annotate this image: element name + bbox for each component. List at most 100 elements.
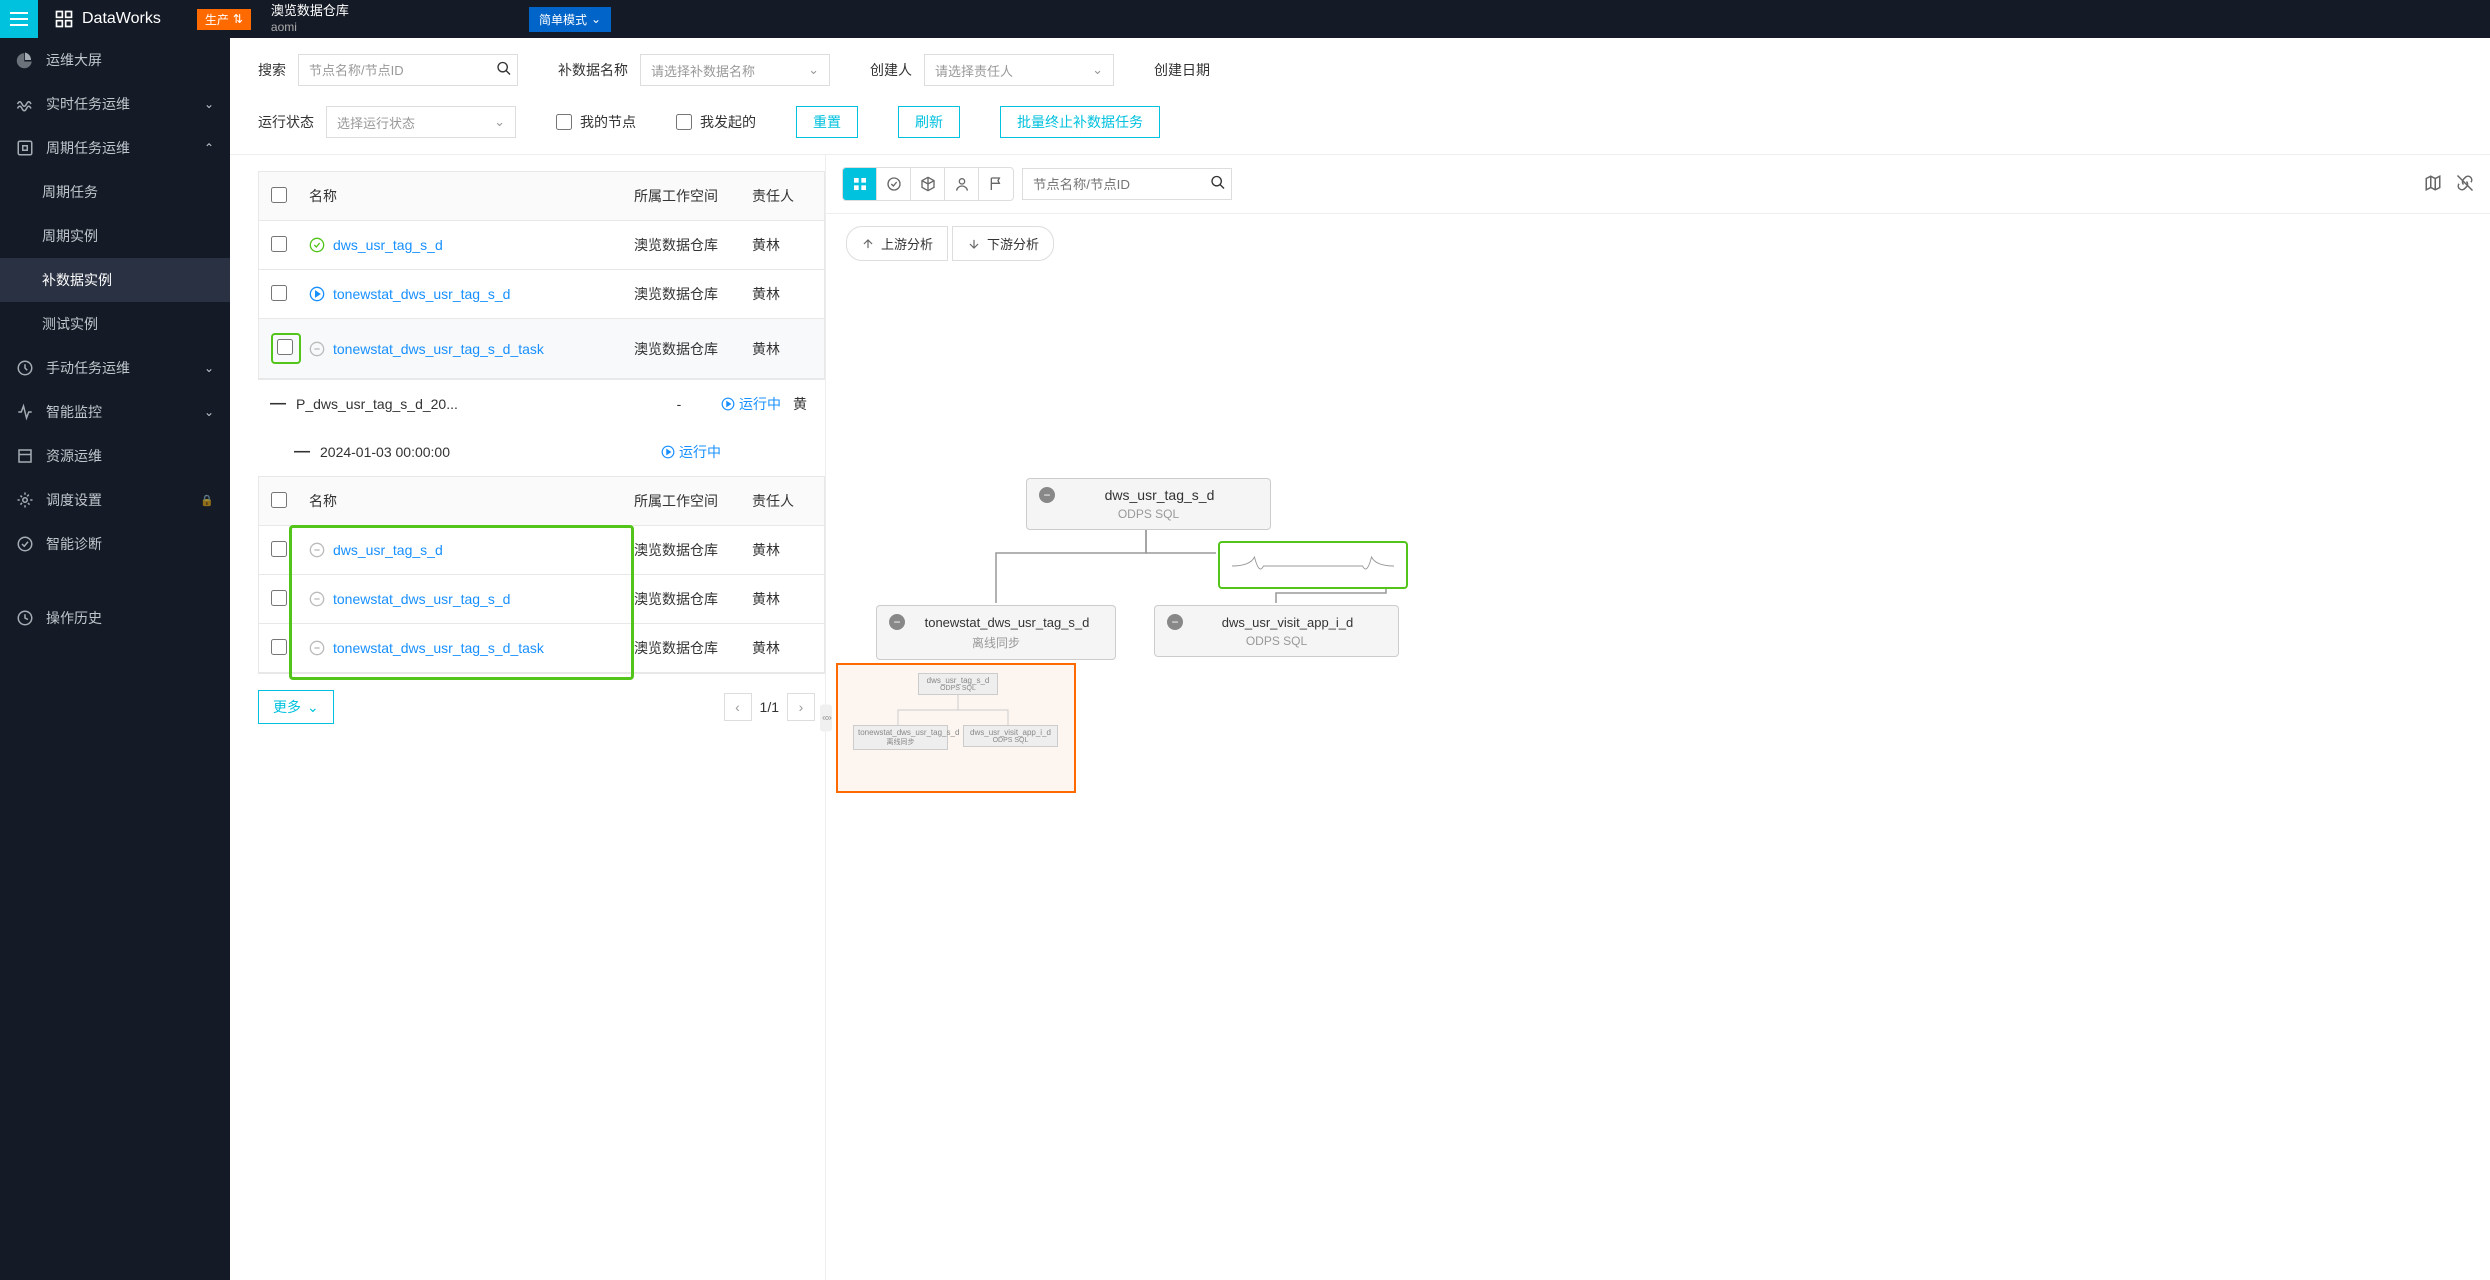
search-icon[interactable] (1210, 175, 1226, 194)
node-link[interactable]: tonewstat_dws_usr_tag_s_d_task (333, 341, 544, 357)
col-owner: 责任人 (752, 186, 812, 206)
pie-icon (16, 51, 34, 69)
gear-icon (16, 491, 34, 509)
waveform-icon (1232, 551, 1394, 581)
node-link[interactable]: dws_usr_tag_s_d (333, 542, 443, 558)
sidebar-item-schedule[interactable]: 调度设置 🔒 (0, 478, 230, 522)
mode-selector[interactable]: 简单模式 ⌄ (529, 7, 611, 32)
chevron-down-icon: ⌄ (1092, 62, 1103, 78)
row-checkbox[interactable] (271, 285, 287, 301)
table-row[interactable]: tonewstat_dws_usr_tag_s_d_task 澳览数据仓库 黄林 (259, 319, 824, 379)
group-row-1[interactable]: — P_dws_usr_tag_s_d_20... - 运行中 黄 (258, 380, 825, 428)
batch-stop-button[interactable]: 批量终止补数据任务 (1000, 106, 1160, 138)
col-workspace: 所属工作空间 (634, 186, 744, 206)
search-icon[interactable] (496, 61, 512, 80)
select-all-checkbox[interactable] (271, 492, 287, 508)
group-name: P_dws_usr_tag_s_d_20... (296, 396, 637, 412)
my-triggered-checkbox[interactable]: 我发起的 (676, 112, 756, 132)
sidebar-item-realtime[interactable]: 实时任务运维 ⌄ (0, 82, 230, 126)
cycle-icon (16, 139, 34, 157)
sidebar-item-cycle[interactable]: 周期任务运维 ⌃ (0, 126, 230, 170)
reset-button[interactable]: 重置 (796, 106, 858, 138)
dag-node[interactable]: −tonewstat_dws_usr_tag_s_d 离线同步 (876, 605, 1116, 660)
node-link[interactable]: tonewstat_dws_usr_tag_s_d (333, 286, 510, 302)
table-row[interactable]: dws_usr_tag_s_d 澳览数据仓库 黄林 (259, 526, 824, 575)
pagination: ‹ 1/1 › (724, 693, 815, 721)
table-row[interactable]: dws_usr_tag_s_d 澳览数据仓库 黄林 (259, 221, 824, 270)
upstream-button[interactable]: 上游分析 (846, 226, 948, 261)
node-link[interactable]: dws_usr_tag_s_d (333, 237, 443, 253)
chevron-down-icon: ⌄ (204, 361, 214, 375)
more-button[interactable]: 更多 ⌄ (258, 690, 334, 724)
refresh-button[interactable]: 刷新 (898, 106, 960, 138)
sidebar-item-monitor[interactable]: 智能监控 ⌄ (0, 390, 230, 434)
row-checkbox[interactable] (271, 541, 287, 557)
sidebar-item-test-instance[interactable]: 测试实例 (0, 302, 230, 346)
backfill-label: 补数据名称 (558, 60, 628, 80)
select-all-checkbox[interactable] (271, 187, 287, 203)
sidebar-item-backfill-instance[interactable]: 补数据实例 (0, 258, 230, 302)
collapse-icon[interactable]: − (1039, 487, 1055, 503)
col-name: 名称 (309, 491, 626, 511)
sidebar-item-diagnose[interactable]: 智能诊断 (0, 522, 230, 566)
sidebar-item-cycle-instance[interactable]: 周期实例 (0, 214, 230, 258)
backfill-select[interactable]: 请选择补数据名称 ⌄ (640, 54, 830, 86)
splitter-handle[interactable]: « » (820, 704, 832, 731)
collapse-icon[interactable]: — (270, 395, 284, 413)
status-running: 运行中 (661, 442, 721, 462)
row-checkbox[interactable] (271, 639, 287, 655)
cube-icon (920, 176, 936, 192)
collapse-icon[interactable]: — (294, 443, 308, 461)
row-checkbox[interactable] (271, 236, 287, 252)
row-checkbox[interactable] (271, 590, 287, 606)
product-name: DataWorks (82, 10, 161, 28)
map-icon[interactable] (2424, 174, 2442, 195)
sidebar-item-resource[interactable]: 资源运维 (0, 434, 230, 478)
prev-page-button[interactable]: ‹ (724, 693, 752, 721)
chevron-up-icon: ⌃ (204, 141, 214, 155)
flag-view-button[interactable] (979, 168, 1013, 200)
chevron-down-icon: ⌄ (204, 97, 214, 111)
search-input[interactable] (298, 54, 518, 86)
node-link[interactable]: tonewstat_dws_usr_tag_s_d_task (333, 640, 544, 656)
status-select[interactable]: 选择运行状态 ⌄ (326, 106, 516, 138)
dag-minimap[interactable]: dws_usr_tag_s_d ODPS SQL tonewstat_dws_u… (836, 663, 1076, 793)
dag-toolbar (826, 155, 2490, 214)
group-row-2[interactable]: — 2024-01-03 00:00:00 运行中 (258, 428, 825, 476)
menu-toggle[interactable] (0, 0, 38, 38)
sidebar-item-history[interactable]: 操作历史 (0, 596, 230, 640)
sidebar-item-manual[interactable]: 手动任务运维 ⌄ (0, 346, 230, 390)
dag-node[interactable]: −dws_usr_tag_s_d ODPS SQL (1026, 478, 1271, 530)
sidebar: 运维大屏 实时任务运维 ⌄ 周期任务运维 ⌃ 周期任务 周期实例 补数据实例 测… (0, 0, 230, 1280)
creator-select[interactable]: 请选择责任人 ⌄ (924, 54, 1114, 86)
sidebar-item-cycle-task[interactable]: 周期任务 (0, 170, 230, 214)
next-page-button[interactable]: › (787, 693, 815, 721)
check-view-button[interactable] (877, 168, 911, 200)
downstream-button[interactable]: 下游分析 (952, 226, 1054, 261)
table-row[interactable]: tonewstat_dws_usr_tag_s_d_task 澳览数据仓库 黄林 (259, 624, 824, 673)
running-icon (661, 445, 675, 459)
dag-node-selected[interactable] (1218, 541, 1408, 589)
collapse-icon[interactable]: − (889, 614, 905, 630)
logo-area: DataWorks (38, 9, 177, 29)
node-link[interactable]: tonewstat_dws_usr_tag_s_d (333, 591, 510, 607)
dag-canvas[interactable]: −dws_usr_tag_s_d ODPS SQL −tonewstat_dws… (826, 273, 2490, 1280)
table-row[interactable]: tonewstat_dws_usr_tag_s_d 澳览数据仓库 黄林 (259, 270, 824, 319)
sidebar-item-dashboard[interactable]: 运维大屏 (0, 38, 230, 82)
dag-node[interactable]: −dws_usr_visit_app_i_d ODPS SQL (1154, 605, 1399, 657)
status-label: 运行状态 (258, 112, 314, 132)
creator-label: 创建人 (870, 60, 912, 80)
row-checkbox[interactable] (277, 339, 293, 355)
upstream-icon (861, 237, 875, 251)
workspace-info[interactable]: 澳览数据仓库 aomi (271, 3, 349, 35)
table-row[interactable]: tonewstat_dws_usr_tag_s_d 澳览数据仓库 黄林 (259, 575, 824, 624)
cube-view-button[interactable] (911, 168, 945, 200)
pending-icon (309, 542, 325, 558)
dag-search-input[interactable] (1022, 168, 1232, 200)
collapse-icon[interactable]: − (1167, 614, 1183, 630)
grid-view-button[interactable] (843, 168, 877, 200)
create-date-label: 创建日期 (1154, 60, 1210, 80)
unlink-icon[interactable] (2456, 174, 2474, 195)
my-node-checkbox[interactable]: 我的节点 (556, 112, 636, 132)
user-view-button[interactable] (945, 168, 979, 200)
